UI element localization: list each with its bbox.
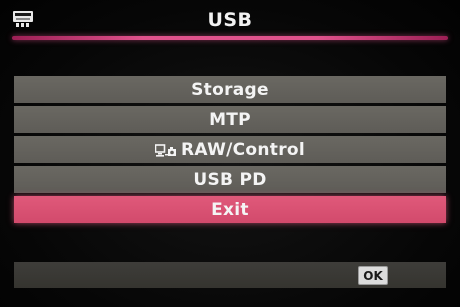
menu-item-storage[interactable]: Storage bbox=[14, 76, 446, 103]
camera-screen: USB Storage MTP RAW/Control USB PD Exit … bbox=[0, 0, 460, 307]
menu-item-exit[interactable]: Exit bbox=[14, 196, 446, 223]
pc-camera-icon bbox=[154, 143, 177, 157]
button-guide-bar: OK bbox=[14, 262, 446, 288]
menu-item-label: RAW/Control bbox=[180, 139, 306, 160]
menu-item-label: USB PD bbox=[193, 169, 267, 190]
menu-item-usb-pd[interactable]: USB PD bbox=[14, 166, 446, 193]
menu-item-label: Exit bbox=[211, 199, 249, 220]
menu-item-mtp[interactable]: MTP bbox=[14, 106, 446, 133]
menu-item-raw-control[interactable]: RAW/Control bbox=[14, 136, 446, 163]
header-divider bbox=[12, 36, 448, 40]
page-title: USB bbox=[207, 9, 253, 31]
menu-item-label: MTP bbox=[209, 109, 251, 130]
ok-button[interactable]: OK bbox=[358, 266, 388, 285]
menu-header: USB bbox=[0, 0, 460, 40]
menu-item-label: Storage bbox=[191, 79, 269, 100]
usb-mode-menu: Storage MTP RAW/Control USB PD Exit bbox=[14, 76, 446, 226]
